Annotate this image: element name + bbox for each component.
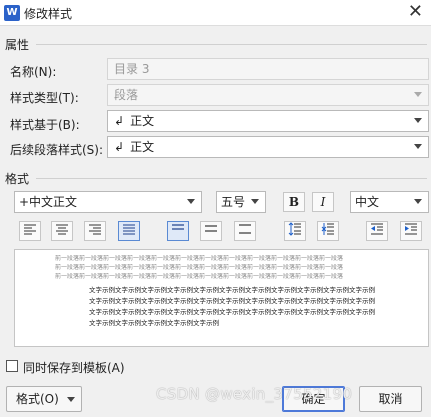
align-left-button[interactable]	[19, 221, 41, 241]
dialog-title: 修改样式	[24, 7, 73, 21]
next-style-select[interactable]: ↲ 正文	[107, 136, 429, 158]
style-type-label: 样式类型(T):	[10, 91, 79, 105]
paragraph-return-icon: ↲	[114, 114, 125, 128]
based-on-value: 正文	[130, 114, 155, 128]
preview-line: 前一段落前一段落前一段落前一段落前一段落前一段落前一段落前一段落前一段落前一段落…	[55, 264, 344, 271]
style-preview: 前一段落前一段落前一段落前一段落前一段落前一段落前一段落前一段落前一段落前一段落…	[14, 249, 429, 347]
watermark: CSDN @wexin_37552190	[156, 385, 353, 403]
properties-section-label: 属性	[5, 38, 30, 52]
preview-line: 文字示例文字示例文字示例文字示例文字示例文字示例文字示例文字示例文字示例文字示例…	[89, 297, 375, 305]
chevron-down-icon	[414, 118, 422, 123]
style-type-select[interactable]: 段落	[107, 84, 429, 106]
decrease-spacing-icon	[321, 223, 334, 235]
double-spacing-button[interactable]	[234, 221, 256, 241]
align-center-button[interactable]	[51, 221, 73, 241]
format-section-label: 格式	[5, 172, 30, 186]
save-to-template-checkbox[interactable]	[6, 360, 18, 372]
align-right-icon	[89, 224, 101, 235]
outdent-icon	[371, 223, 383, 235]
paragraph-return-icon: ↲	[114, 140, 125, 154]
wps-writer-icon: W	[4, 5, 20, 21]
increase-indent-button[interactable]	[400, 221, 422, 241]
justify-button[interactable]	[118, 221, 140, 241]
chevron-down-icon	[67, 397, 75, 402]
font-size-select[interactable]: 五号	[216, 191, 266, 213]
chevron-down-icon	[414, 144, 422, 149]
cancel-button[interactable]: 取消	[359, 386, 422, 412]
indent-icon	[405, 223, 417, 235]
style-type-value: 段落	[114, 88, 139, 102]
name-label: 名称(N):	[10, 65, 57, 79]
decrease-para-spacing-button[interactable]	[317, 221, 339, 241]
single-spacing-icon	[172, 224, 184, 230]
next-style-label: 后续段落样式(S):	[10, 143, 104, 157]
language-select[interactable]: 中文	[350, 191, 429, 213]
font-value: +中文正文	[19, 195, 78, 209]
align-right-button[interactable]	[84, 221, 106, 241]
bold-button[interactable]: B	[283, 192, 305, 212]
format-menu-button[interactable]: 格式(O)	[6, 386, 82, 412]
next-style-value: 正文	[130, 140, 155, 154]
italic-button[interactable]: I	[312, 192, 334, 212]
title-bar: W 修改样式 ✕	[0, 0, 431, 26]
chevron-down-icon	[187, 199, 195, 204]
language-value: 中文	[355, 195, 380, 209]
single-spacing-button[interactable]	[167, 221, 189, 241]
align-left-icon	[24, 224, 36, 235]
decrease-indent-button[interactable]	[366, 221, 388, 241]
one-half-spacing-icon	[205, 225, 217, 232]
preview-line: 文字示例文字示例文字示例文字示例文字示例	[89, 319, 219, 327]
preview-line: 文字示例文字示例文字示例文字示例文字示例文字示例文字示例文字示例文字示例文字示例…	[89, 286, 375, 294]
chevron-down-icon	[251, 199, 259, 204]
properties-divider	[36, 44, 427, 45]
one-half-spacing-button[interactable]	[200, 221, 222, 241]
increase-spacing-icon	[288, 222, 301, 236]
justify-icon	[123, 224, 135, 235]
font-size-value: 五号	[221, 195, 246, 209]
double-spacing-icon	[239, 224, 251, 234]
name-value: 目录 3	[114, 62, 150, 76]
preview-line: 前一段落前一段落前一段落前一段落前一段落前一段落前一段落前一段落前一段落前一段落…	[55, 273, 344, 280]
based-on-label: 样式基于(B):	[10, 118, 80, 132]
align-center-icon	[56, 224, 68, 235]
format-button-label: 格式(O)	[16, 392, 59, 406]
save-to-template-label: 同时保存到模板(A)	[23, 361, 125, 375]
name-field[interactable]: 目录 3	[107, 58, 429, 80]
based-on-select[interactable]: ↲ 正文	[107, 110, 429, 132]
preview-line: 前一段落前一段落前一段落前一段落前一段落前一段落前一段落前一段落前一段落前一段落…	[55, 255, 344, 262]
format-divider	[36, 178, 427, 179]
increase-para-spacing-button[interactable]	[284, 221, 306, 241]
preview-line: 文字示例文字示例文字示例文字示例文字示例文字示例文字示例文字示例文字示例文字示例…	[89, 308, 375, 316]
chevron-down-icon	[414, 199, 422, 204]
font-select[interactable]: +中文正文	[14, 191, 202, 213]
close-icon[interactable]: ✕	[408, 1, 423, 23]
chevron-down-icon	[414, 92, 422, 97]
